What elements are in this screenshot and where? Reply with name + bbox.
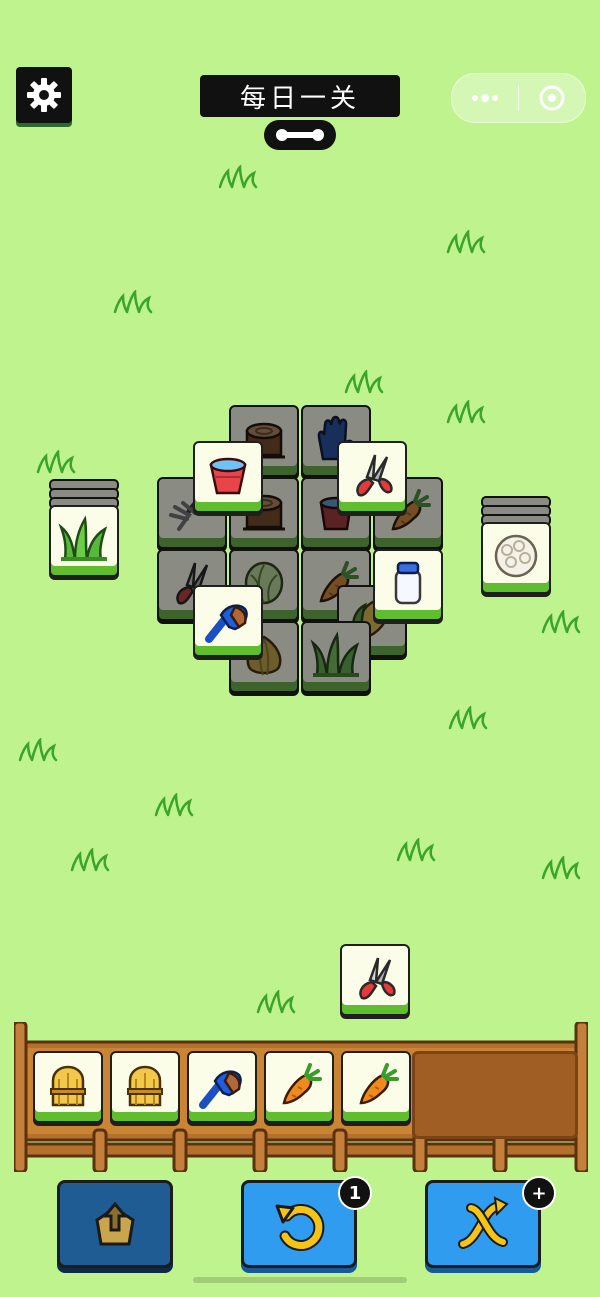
grass-tuft <box>18 738 58 762</box>
page-title: 每日一关 <box>200 75 400 117</box>
cauliflower-icon <box>494 534 538 578</box>
board-tile[interactable] <box>373 549 443 621</box>
tray-slot-tile[interactable] <box>110 1051 180 1123</box>
grass-tuft <box>344 370 384 394</box>
more-dots-icon <box>472 94 498 102</box>
milk-jar-icon <box>394 561 422 605</box>
close-miniprogram-button[interactable] <box>519 74 585 122</box>
board-tile[interactable] <box>193 585 263 657</box>
grass-icon <box>310 631 360 677</box>
pop-out-icon <box>95 1201 135 1246</box>
settings-button[interactable] <box>16 67 72 123</box>
brush-icon <box>199 1070 242 1109</box>
grass-tuft <box>256 990 296 1014</box>
right-stack-top-tile[interactable] <box>481 522 551 594</box>
moving-tile[interactable] <box>340 944 410 1016</box>
tray-slot-tile[interactable] <box>341 1051 411 1123</box>
board-tile[interactable] <box>337 441 407 513</box>
grass-tuft <box>154 793 194 817</box>
wheat-icon <box>127 1065 163 1107</box>
grass-tuft <box>70 848 110 872</box>
undo-count-badge: 1 <box>338 1176 372 1210</box>
grass-tuft <box>446 400 486 424</box>
grass-tuft <box>448 706 488 730</box>
grass-tuft <box>446 230 486 254</box>
grass-tuft <box>541 856 581 880</box>
grass-tuft <box>541 610 581 634</box>
carrot-icon <box>282 1063 322 1105</box>
board-tile[interactable] <box>193 441 263 513</box>
grass-tuft <box>113 290 153 314</box>
miniprogram-capsule <box>451 73 586 123</box>
grass-tuft <box>218 165 258 189</box>
shears-icon <box>356 454 393 497</box>
bone-progress-icon <box>276 129 324 141</box>
level-progress <box>264 120 336 150</box>
left-stack-top-tile[interactable] <box>49 505 119 577</box>
brush-icon <box>205 604 248 643</box>
tray-slot-tile[interactable] <box>187 1051 257 1123</box>
wheat-icon <box>50 1065 86 1107</box>
tray-empty-area <box>412 1051 578 1139</box>
target-close-icon <box>539 85 565 111</box>
undo-icon <box>275 1204 325 1251</box>
shuffle-add-badge: + <box>522 1176 556 1210</box>
remove-tiles-button[interactable] <box>57 1180 173 1268</box>
grass-tuft <box>396 838 436 862</box>
home-indicator <box>193 1277 407 1283</box>
grass-tuft <box>36 450 76 474</box>
carrot-icon <box>359 1063 399 1105</box>
bucket-icon <box>209 457 247 495</box>
more-button[interactable] <box>452 74 518 122</box>
shears-icon <box>359 957 396 1000</box>
gear-icon <box>27 78 61 112</box>
tray-slot-tile[interactable] <box>264 1051 334 1123</box>
board-tile-covered <box>301 621 371 693</box>
grass-icon <box>58 515 108 561</box>
tray-slot-tile[interactable] <box>33 1051 103 1123</box>
shuffle-icon <box>458 1196 509 1249</box>
